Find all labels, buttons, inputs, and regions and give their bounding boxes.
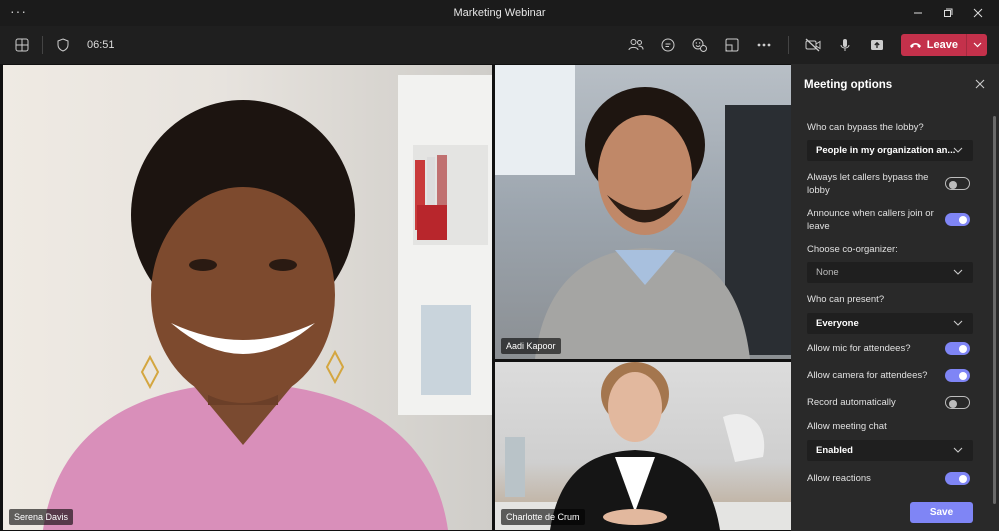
share-tray-icon[interactable]	[863, 31, 891, 59]
who-can-present-label: Who can present?	[807, 294, 885, 305]
meeting-toolbar: 06:51 Leave	[0, 26, 999, 64]
minimize-icon[interactable]	[903, 0, 933, 26]
video-tile-aadi[interactable]: Aadi Kapoor	[495, 65, 791, 359]
bypass-lobby-value: People in my organization an...	[816, 145, 956, 156]
coorganizer-dropdown[interactable]: None	[807, 262, 973, 283]
participant-video	[43, 75, 492, 530]
camera-off-icon[interactable]	[799, 31, 827, 59]
layout-icon[interactable]	[8, 31, 36, 59]
window-controls	[903, 0, 993, 26]
microphone-icon[interactable]	[831, 31, 859, 59]
leave-main[interactable]: Leave	[901, 34, 967, 56]
close-window-icon[interactable]	[963, 0, 993, 26]
announce-callers-label: Announce when callers join or leave	[807, 208, 934, 232]
record-automatically-label: Record automatically	[807, 397, 896, 408]
toggle-knob	[949, 180, 957, 189]
record-automatically-toggle[interactable]	[945, 396, 970, 409]
title-bar: ··· Marketing Webinar	[0, 0, 999, 26]
save-button[interactable]: Save	[910, 502, 973, 523]
toolbar-divider	[42, 36, 43, 54]
meeting-chat-label: Allow meeting chat	[807, 421, 887, 432]
meeting-chat-dropdown[interactable]: Enabled	[807, 440, 973, 461]
callers-bypass-toggle[interactable]	[945, 177, 970, 190]
chat-icon[interactable]	[654, 31, 682, 59]
allow-camera-toggle[interactable]	[945, 369, 970, 382]
close-panel-icon[interactable]	[975, 76, 985, 92]
meeting-options-panel: Meeting options Who can bypass the lobby…	[791, 64, 999, 531]
participant-name: Serena Davis	[9, 509, 74, 525]
participant-video	[495, 65, 791, 359]
chevron-down-icon	[953, 147, 963, 153]
participant-name: Aadi Kapoor	[501, 338, 561, 354]
meeting-chat-value: Enabled	[816, 445, 853, 456]
toggle-knob	[949, 399, 957, 408]
coorganizer-label: Choose co-organizer:	[807, 244, 898, 255]
allow-reactions-label: Allow reactions	[807, 473, 871, 484]
toggle-knob	[959, 371, 967, 380]
allow-mic-toggle[interactable]	[945, 342, 970, 355]
coorganizer-value: None	[816, 267, 839, 278]
panel-scrollbar[interactable]	[993, 116, 996, 504]
video-tile-charlotte[interactable]: Charlotte de Crum	[495, 362, 791, 530]
who-can-present-value: Everyone	[816, 318, 859, 329]
toggle-knob	[959, 344, 967, 353]
panel-title: Meeting options	[804, 79, 893, 91]
chevron-down-icon	[953, 269, 963, 275]
video-tile-serena[interactable]: Serena Davis	[3, 65, 492, 530]
phone-hangup-icon	[909, 43, 921, 48]
shield-icon[interactable]	[49, 31, 77, 59]
toggle-knob	[959, 215, 967, 224]
meeting-timer: 06:51	[87, 39, 115, 51]
maximize-icon[interactable]	[933, 0, 963, 26]
allow-reactions-toggle[interactable]	[945, 472, 970, 485]
callers-bypass-label: Always let callers bypass the lobby	[807, 172, 929, 196]
video-stage: Serena Davis Aadi Kapoor Charlotte de Cr…	[0, 64, 791, 531]
leave-dropdown[interactable]	[967, 34, 987, 56]
chevron-down-icon	[973, 42, 981, 48]
share-screen-icon[interactable]	[718, 31, 746, 59]
who-can-present-dropdown[interactable]: Everyone	[807, 313, 973, 334]
allow-mic-label: Allow mic for attendees?	[807, 343, 911, 354]
allow-camera-label: Allow camera for attendees?	[807, 370, 928, 381]
bypass-lobby-dropdown[interactable]: People in my organization an...	[807, 140, 973, 161]
more-options-icon[interactable]	[750, 31, 778, 59]
window-title: Marketing Webinar	[453, 7, 546, 19]
leave-label: Leave	[926, 39, 958, 51]
toggle-knob	[959, 474, 967, 483]
bypass-lobby-label: Who can bypass the lobby?	[807, 122, 924, 133]
chevron-down-icon	[953, 447, 963, 453]
leave-button[interactable]: Leave	[900, 34, 987, 56]
more-menu-icon[interactable]: ···	[10, 3, 27, 19]
participant-name: Charlotte de Crum	[501, 509, 585, 525]
people-icon[interactable]	[622, 31, 650, 59]
announce-callers-toggle[interactable]	[945, 213, 970, 226]
participant-video	[495, 362, 791, 530]
toolbar-divider	[787, 36, 789, 54]
chevron-down-icon	[953, 320, 963, 326]
reactions-icon[interactable]	[686, 31, 714, 59]
